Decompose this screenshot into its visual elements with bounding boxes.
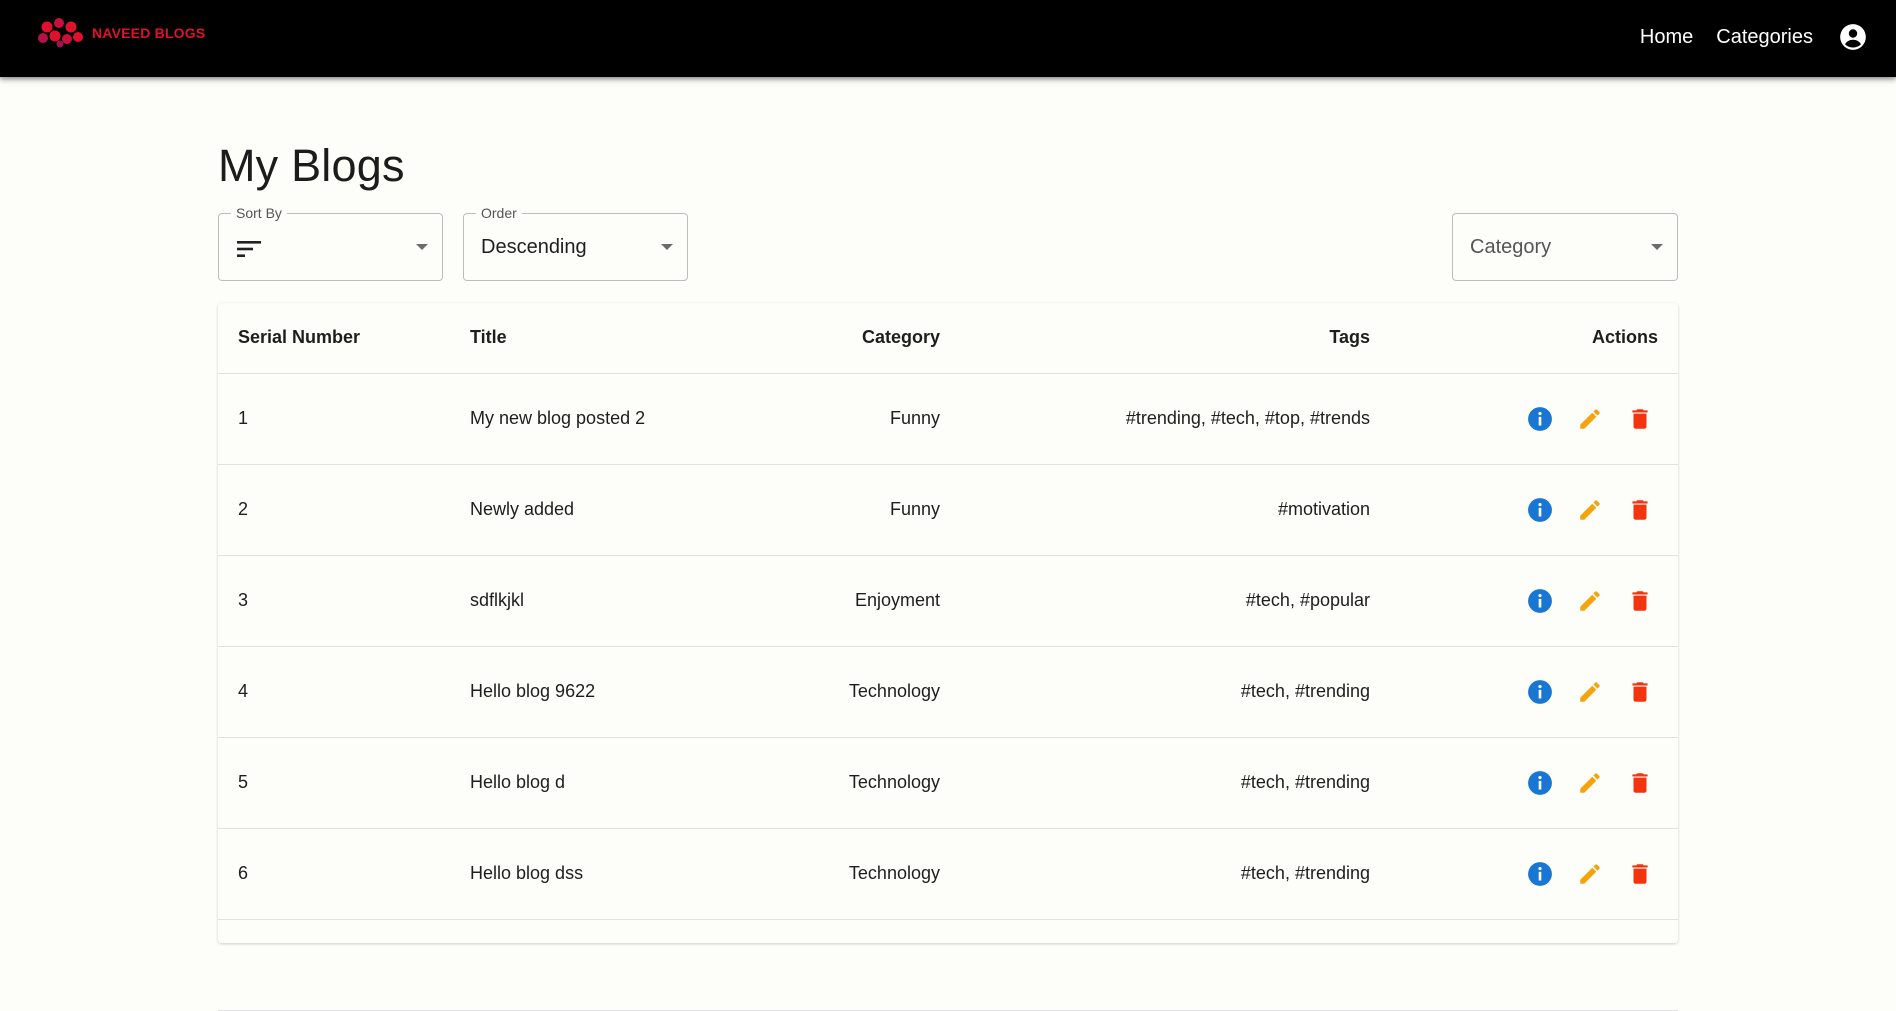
delete-icon[interactable] [1622, 401, 1658, 437]
category-placeholder: Category [1470, 236, 1552, 258]
column-header-actions: Actions [1390, 303, 1678, 374]
top-nav: Home Categories [1640, 0, 1870, 74]
cell-category: Technology [740, 828, 960, 920]
cell-category: Enjoyment [740, 555, 960, 647]
cell-title: Hello blog dss [450, 828, 740, 920]
cell-actions [1390, 919, 1678, 1011]
blogs-table: Serial Number Title Category Tags Action… [218, 303, 1678, 1011]
cell-category [740, 919, 960, 1011]
edit-icon[interactable] [1572, 856, 1608, 892]
cell-serial: 3 [218, 555, 450, 647]
nav-home[interactable]: Home [1640, 26, 1693, 49]
cell-title: My new blog posted 2 [450, 373, 740, 465]
info-icon[interactable] [1522, 674, 1558, 710]
cell-tags: #tech, #trending [960, 737, 1390, 829]
table-row: 5 Hello blog d Technology #tech, #trendi… [218, 737, 1678, 829]
cell-actions [1390, 373, 1678, 465]
cell-title: Newly added [450, 464, 740, 556]
cell-serial [218, 919, 450, 1011]
table-header-row: Serial Number Title Category Tags Action… [218, 303, 1678, 374]
cell-actions [1390, 646, 1678, 738]
cell-title: sdflkjkl [450, 555, 740, 647]
brand-logo[interactable]: NAVEED BLOGS [38, 18, 205, 48]
column-header-title[interactable]: Title [450, 303, 740, 374]
cell-tags: #tech, #trending [960, 828, 1390, 920]
cell-category: Technology [740, 646, 960, 738]
order-value: Descending [481, 236, 587, 258]
info-icon[interactable] [1522, 765, 1558, 801]
page-title: My Blogs [218, 140, 405, 191]
brand-name: NAVEED BLOGS [92, 25, 206, 41]
column-header-category[interactable]: Category [740, 303, 960, 374]
category-select[interactable]: Category [1452, 213, 1678, 281]
info-icon[interactable] [1522, 583, 1558, 619]
column-header-tags[interactable]: Tags [960, 303, 1390, 374]
cell-tags: #tech, #trending [960, 646, 1390, 738]
blogs-table-container: Serial Number Title Category Tags Action… [218, 303, 1678, 1011]
logo-icon [38, 18, 83, 48]
table-row: 3 sdflkjkl Enjoyment #tech, #popular [218, 555, 1678, 647]
cell-title: Hello blog 9622 [450, 646, 740, 738]
order-label: Order [476, 205, 522, 221]
cell-category: Technology [740, 737, 960, 829]
cell-tags: #trending, #tech, #top, #trends [960, 373, 1390, 465]
chevron-down-icon [416, 244, 428, 250]
sort-icon [237, 240, 261, 263]
delete-icon[interactable] [1622, 583, 1658, 619]
edit-icon[interactable] [1572, 674, 1608, 710]
cell-serial: 6 [218, 828, 450, 920]
cell-tags: #tech, #popular [960, 555, 1390, 647]
table-row: 1 My new blog posted 2 Funny #trending, … [218, 373, 1678, 465]
table-row [218, 919, 1678, 1011]
sort-by-select[interactable]: Sort By [218, 205, 443, 281]
order-select[interactable]: Order Descending [463, 205, 688, 281]
cell-serial: 4 [218, 646, 450, 738]
delete-icon[interactable] [1622, 765, 1658, 801]
cell-category: Funny [740, 373, 960, 465]
delete-icon[interactable] [1622, 856, 1658, 892]
sort-by-label: Sort By [231, 205, 287, 221]
edit-icon[interactable] [1572, 765, 1608, 801]
delete-icon[interactable] [1622, 674, 1658, 710]
chevron-down-icon [661, 244, 673, 250]
nav-categories[interactable]: Categories [1716, 26, 1813, 49]
edit-icon[interactable] [1572, 583, 1608, 619]
column-header-serial[interactable]: Serial Number [218, 303, 450, 374]
cell-tags: #motivation [960, 464, 1390, 556]
info-icon[interactable] [1522, 492, 1558, 528]
cell-serial: 1 [218, 373, 450, 465]
account-circle-icon[interactable] [1836, 20, 1870, 54]
cell-actions [1390, 828, 1678, 920]
info-icon[interactable] [1522, 856, 1558, 892]
edit-icon[interactable] [1572, 401, 1608, 437]
table-row: 4 Hello blog 9622 Technology #tech, #tre… [218, 646, 1678, 738]
cell-title: Hello blog d [450, 737, 740, 829]
info-icon[interactable] [1522, 401, 1558, 437]
cell-title [450, 919, 740, 1011]
cell-tags [960, 919, 1390, 1011]
chevron-down-icon [1651, 244, 1663, 250]
cell-serial: 2 [218, 464, 450, 556]
table-row: 2 Newly added Funny #motivation [218, 464, 1678, 556]
cell-category: Funny [740, 464, 960, 556]
cell-actions [1390, 464, 1678, 556]
delete-icon[interactable] [1622, 492, 1658, 528]
edit-icon[interactable] [1572, 492, 1608, 528]
cell-actions [1390, 555, 1678, 647]
table-row: 6 Hello blog dss Technology #tech, #tren… [218, 828, 1678, 920]
app-bar: NAVEED BLOGS Home Categories [0, 0, 1896, 77]
cell-actions [1390, 737, 1678, 829]
cell-serial: 5 [218, 737, 450, 829]
